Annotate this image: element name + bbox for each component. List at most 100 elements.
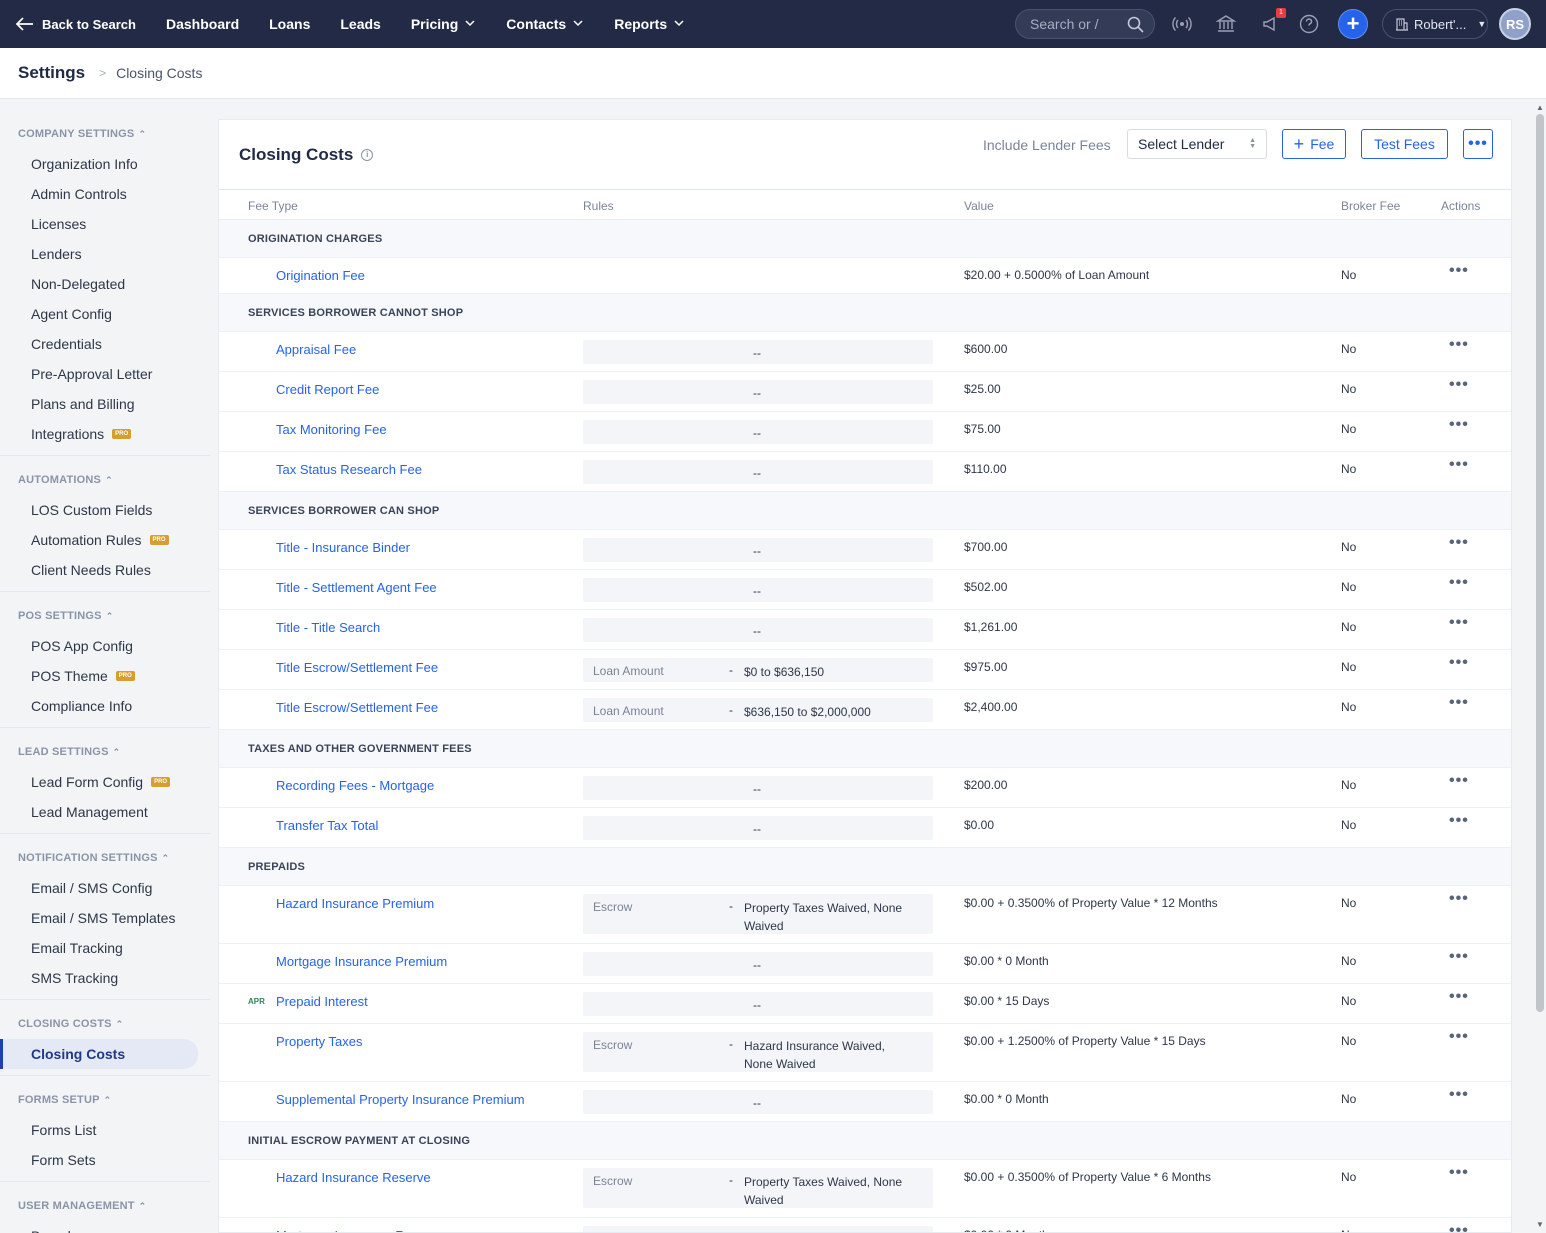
scroll-up-icon[interactable]: ▲	[1536, 103, 1544, 112]
row-actions-more-icon[interactable]: •••	[1449, 574, 1469, 592]
row-actions-more-icon[interactable]: •••	[1449, 694, 1469, 712]
sidebar-item-lead-form-config[interactable]: Lead Form Config PRO	[0, 767, 210, 797]
sidebar-item-lenders[interactable]: Lenders	[0, 239, 210, 269]
fee-name-link[interactable]: Credit Report Fee	[276, 382, 379, 397]
sidebar-item-label: POS App Config	[31, 638, 133, 654]
row-actions-more-icon[interactable]: •••	[1449, 262, 1469, 280]
sidebar-item-organization-info[interactable]: Organization Info	[0, 149, 210, 179]
sidebar-item-sms-tracking[interactable]: SMS Tracking	[0, 963, 210, 993]
row-actions-more-icon[interactable]: •••	[1449, 890, 1469, 908]
user-avatar[interactable]: RS	[1499, 8, 1531, 40]
row-actions-more-icon[interactable]: •••	[1449, 376, 1469, 394]
sidebar-group-header[interactable]: CLOSING COSTS ⌃	[0, 1009, 210, 1039]
sidebar-item-forms-list[interactable]: Forms List	[0, 1115, 210, 1145]
sidebar-item-non-delegated[interactable]: Non-Delegated	[0, 269, 210, 299]
sidebar-item-los-custom-fields[interactable]: LOS Custom Fields	[0, 495, 210, 525]
row-actions-more-icon[interactable]: •••	[1449, 1222, 1469, 1232]
sidebar-item-pre-approval-letter[interactable]: Pre-Approval Letter	[0, 359, 210, 389]
row-actions-more-icon[interactable]: •••	[1449, 1028, 1469, 1046]
nav-link-dashboard[interactable]: Dashboard	[166, 16, 239, 32]
row-actions-more-icon[interactable]: •••	[1449, 1086, 1469, 1104]
nav-link-contacts[interactable]: Contacts	[506, 16, 584, 32]
broadcast-icon[interactable]	[1172, 14, 1192, 34]
sidebar-item-integrations[interactable]: Integrations PRO	[0, 419, 210, 449]
row-actions-more-icon[interactable]: •••	[1449, 988, 1469, 1006]
fee-name-link[interactable]: Origination Fee	[276, 268, 365, 283]
sidebar-group-header[interactable]: USER MANAGEMENT ⌃	[0, 1191, 210, 1221]
row-actions-more-icon[interactable]: •••	[1449, 772, 1469, 790]
scrollbar-thumb[interactable]	[1536, 114, 1544, 1012]
fee-name-link[interactable]: Mortgage Insurance Premium	[276, 954, 447, 969]
fee-rule: Escrow - Property Taxes Waived, None Waive…	[583, 894, 933, 934]
row-actions-more-icon[interactable]: •••	[1449, 336, 1469, 354]
breadcrumb-settings[interactable]: Settings	[18, 63, 85, 83]
fee-name-link[interactable]: Transfer Tax Total	[276, 818, 378, 833]
sidebar-item-branches[interactable]: Branches	[0, 1221, 210, 1233]
fee-name-link[interactable]: Supplemental Property Insurance Premium	[276, 1092, 525, 1107]
row-actions-more-icon[interactable]: •••	[1449, 456, 1469, 474]
global-search-input[interactable]: Search or /	[1015, 9, 1155, 39]
sidebar-item-pos-app-config[interactable]: POS App Config	[0, 631, 210, 661]
more-options-button[interactable]: •••	[1463, 129, 1493, 159]
sidebar-item-lead-management[interactable]: Lead Management	[0, 797, 210, 827]
sidebar-group-header[interactable]: LEAD SETTINGS ⌃	[0, 737, 210, 767]
sidebar-group-header[interactable]: POS SETTINGS ⌃	[0, 601, 210, 631]
sidebar-group-header[interactable]: AUTOMATIONS ⌃	[0, 465, 210, 495]
row-actions-more-icon[interactable]: •••	[1449, 1164, 1469, 1182]
fee-name-link[interactable]: Title - Title Search	[276, 620, 380, 635]
nav-link-pricing[interactable]: Pricing	[411, 16, 476, 32]
fee-rule: --	[583, 460, 933, 484]
sidebar-group-header[interactable]: NOTIFICATION SETTINGS ⌃	[0, 843, 210, 873]
row-actions-more-icon[interactable]: •••	[1449, 614, 1469, 632]
info-icon[interactable]: i	[361, 148, 374, 161]
fee-name-link[interactable]: Title Escrow/Settlement Fee	[276, 660, 438, 675]
sidebar-item-admin-controls[interactable]: Admin Controls	[0, 179, 210, 209]
nav-link-leads[interactable]: Leads	[340, 16, 380, 32]
sidebar-group-header[interactable]: FORMS SETUP ⌃	[0, 1085, 210, 1115]
fee-name-link[interactable]: Tax Status Research Fee	[276, 462, 422, 477]
row-actions-more-icon[interactable]: •••	[1449, 416, 1469, 434]
sidebar-item-form-sets[interactable]: Form Sets	[0, 1145, 210, 1175]
lender-select[interactable]: Select Lender ▲ ▼	[1127, 129, 1267, 159]
add-new-button[interactable]: +	[1338, 9, 1368, 39]
fee-name-link[interactable]: Property Taxes	[276, 1034, 362, 1049]
fee-name-link[interactable]: Hazard Insurance Premium	[276, 896, 434, 911]
test-fees-button[interactable]: Test Fees	[1361, 129, 1448, 159]
fee-name-link[interactable]: Mortgage Insurance Reserve	[276, 1228, 444, 1232]
fee-name-link[interactable]: Tax Monitoring Fee	[276, 422, 387, 437]
sidebar-item-automation-rules[interactable]: Automation Rules PRO	[0, 525, 210, 555]
sidebar-group-title: NOTIFICATION SETTINGS	[18, 852, 158, 864]
page-scrollbar[interactable]: ▲ ▼	[1534, 100, 1546, 1233]
row-actions-more-icon[interactable]: •••	[1449, 948, 1469, 966]
fee-name-link[interactable]: Title - Settlement Agent Fee	[276, 580, 437, 595]
nav-link-loans[interactable]: Loans	[269, 16, 310, 32]
sidebar-group-header[interactable]: COMPANY SETTINGS ⌃	[0, 119, 210, 149]
sidebar-item-email-sms-config[interactable]: Email / SMS Config	[0, 873, 210, 903]
sidebar-item-closing-costs[interactable]: Closing Costs	[0, 1039, 198, 1069]
back-to-search-link[interactable]: Back to Search	[16, 17, 166, 32]
add-fee-button[interactable]: + Fee	[1282, 129, 1346, 159]
fee-name-link[interactable]: Prepaid Interest	[276, 994, 368, 1009]
bank-icon[interactable]	[1216, 14, 1236, 34]
row-actions-more-icon[interactable]: •••	[1449, 654, 1469, 672]
sidebar-item-email-sms-templates[interactable]: Email / SMS Templates	[0, 903, 210, 933]
scroll-down-icon[interactable]: ▼	[1536, 1220, 1544, 1229]
help-icon[interactable]	[1299, 14, 1319, 34]
sidebar-item-compliance-info[interactable]: Compliance Info	[0, 691, 210, 721]
sidebar-item-client-needs-rules[interactable]: Client Needs Rules	[0, 555, 210, 585]
fee-name-link[interactable]: Title Escrow/Settlement Fee	[276, 700, 438, 715]
sidebar-item-pos-theme[interactable]: POS Theme PRO	[0, 661, 210, 691]
row-actions-more-icon[interactable]: •••	[1449, 812, 1469, 830]
nav-link-reports[interactable]: Reports	[614, 16, 685, 32]
sidebar-item-credentials[interactable]: Credentials	[0, 329, 210, 359]
sidebar-item-agent-config[interactable]: Agent Config	[0, 299, 210, 329]
sidebar-item-email-tracking[interactable]: Email Tracking	[0, 933, 210, 963]
fee-name-link[interactable]: Recording Fees - Mortgage	[276, 778, 434, 793]
fee-name-link[interactable]: Title - Insurance Binder	[276, 540, 410, 555]
organization-selector[interactable]: Robert'... ▼	[1382, 9, 1488, 39]
fee-name-link[interactable]: Appraisal Fee	[276, 342, 356, 357]
fee-name-link[interactable]: Hazard Insurance Reserve	[276, 1170, 431, 1185]
sidebar-item-plans-and-billing[interactable]: Plans and Billing	[0, 389, 210, 419]
row-actions-more-icon[interactable]: •••	[1449, 534, 1469, 552]
sidebar-item-licenses[interactable]: Licenses	[0, 209, 210, 239]
